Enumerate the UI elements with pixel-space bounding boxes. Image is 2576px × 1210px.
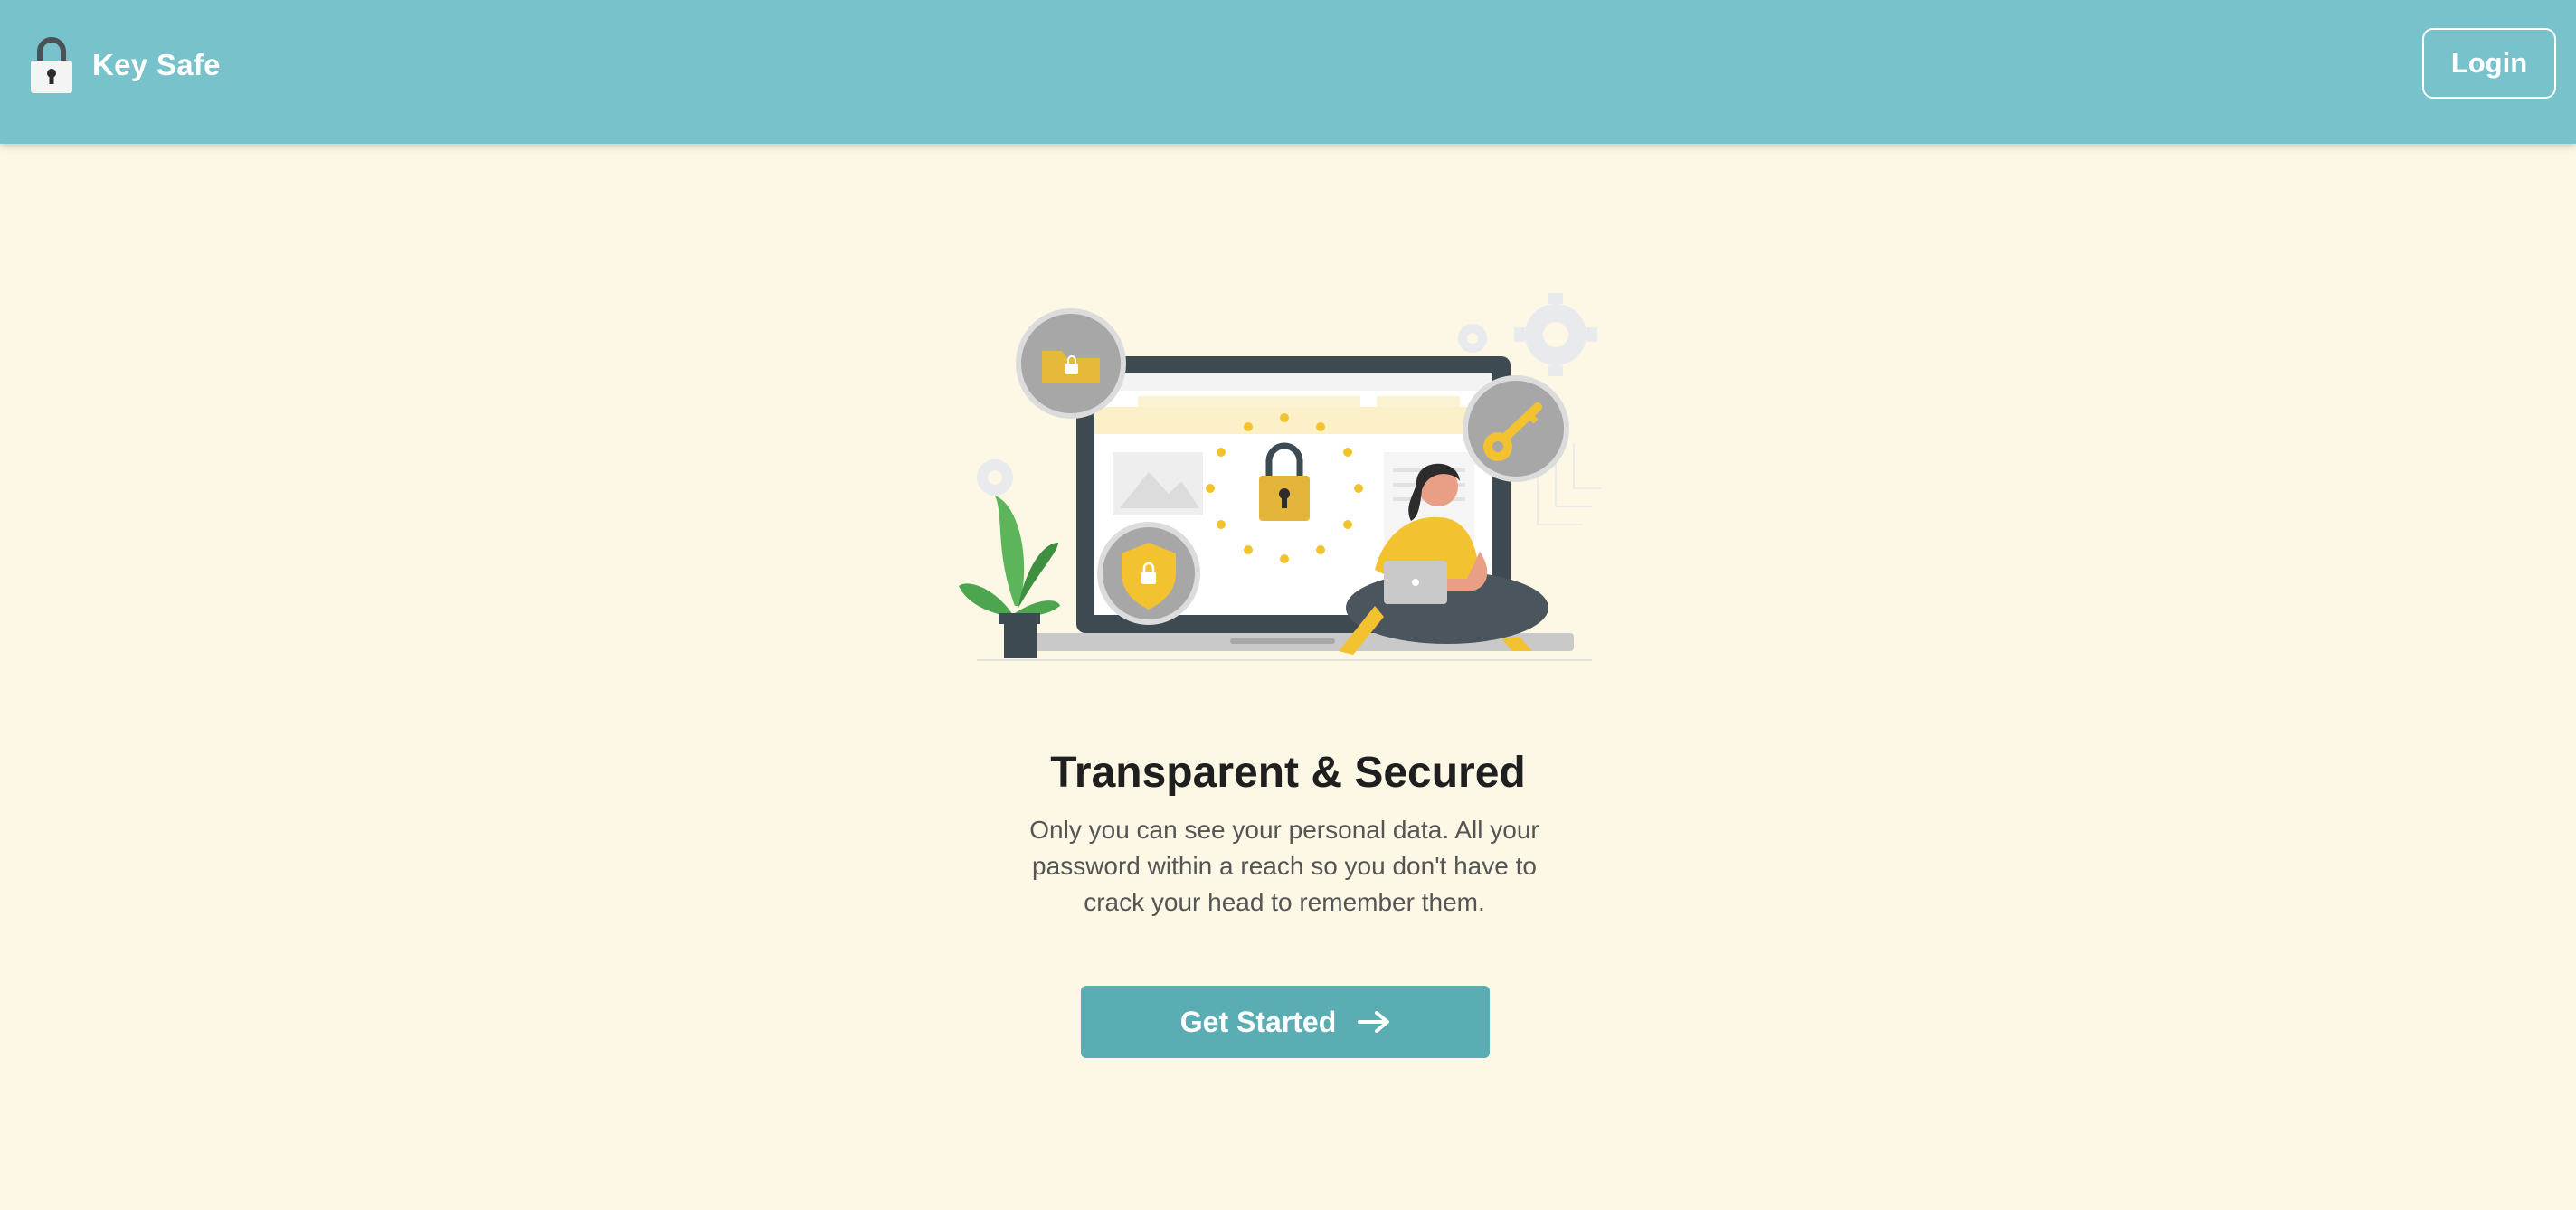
- small-gear-icon: [1458, 324, 1487, 353]
- left-gear-icon: [977, 459, 1013, 496]
- brand-name: Key Safe: [92, 48, 221, 81]
- key-badge: [1463, 375, 1569, 482]
- get-started-button[interactable]: Get Started: [1081, 986, 1490, 1058]
- navbar: Key Safe Login: [0, 0, 2576, 144]
- arrow-right-icon: [1358, 1011, 1390, 1033]
- gear-icon: [1514, 293, 1597, 376]
- folder-lock-badge: [1016, 308, 1126, 419]
- shield-badge: [1097, 522, 1200, 625]
- padlock-icon: [31, 37, 72, 93]
- hero-title: Transparent & Secured: [1050, 749, 1526, 797]
- login-button[interactable]: Login: [2422, 28, 2556, 99]
- get-started-label: Get Started: [1179, 1005, 1337, 1038]
- security-illustration: [959, 293, 1601, 661]
- brand-logo-link[interactable]: Key Safe: [29, 33, 221, 98]
- hero-description: Only you can see your personal data. All…: [1029, 816, 1539, 916]
